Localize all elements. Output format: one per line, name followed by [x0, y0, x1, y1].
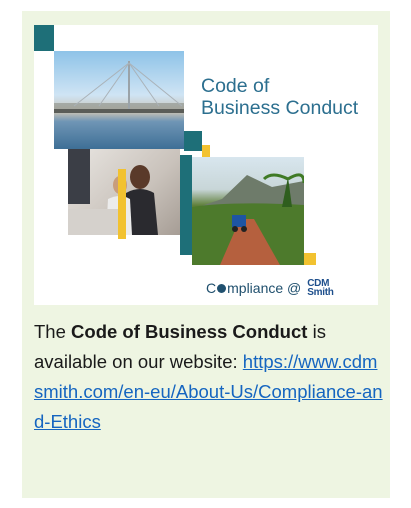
- teal-square-top: [34, 25, 54, 51]
- caption-text: The Code of Business Conduct is availabl…: [34, 317, 384, 437]
- logo-bottom: Smith: [307, 287, 334, 298]
- brand-suffix: mpliance @: [227, 280, 302, 296]
- yellow-square-bottom: [304, 253, 316, 265]
- globe-dot-icon: [217, 283, 227, 293]
- river-bridge-photo: [54, 51, 184, 149]
- cover-title-line2: Business Conduct: [201, 97, 359, 119]
- cover-title: Code of Business Conduct: [201, 75, 371, 119]
- cdm-smith-logo: CDM Smith: [307, 279, 334, 298]
- teal-square-mid: [184, 131, 202, 151]
- cover-title-line1: Code of: [201, 75, 270, 97]
- code-of-conduct-cover-image[interactable]: Code of Business Conduct C mpliance @ CD…: [34, 25, 378, 305]
- brand-prefix: C: [206, 280, 217, 296]
- yellow-stripe-left: [118, 169, 126, 239]
- farm-tractor-photo: [192, 157, 304, 265]
- teal-vertical-strip: [180, 155, 192, 255]
- caption-before: The: [34, 321, 72, 342]
- caption-bold: Code of Business Conduct: [71, 321, 308, 342]
- info-card: Code of Business Conduct C mpliance @ CD…: [22, 11, 390, 498]
- compliance-brand: C mpliance @ CDM Smith: [206, 279, 334, 298]
